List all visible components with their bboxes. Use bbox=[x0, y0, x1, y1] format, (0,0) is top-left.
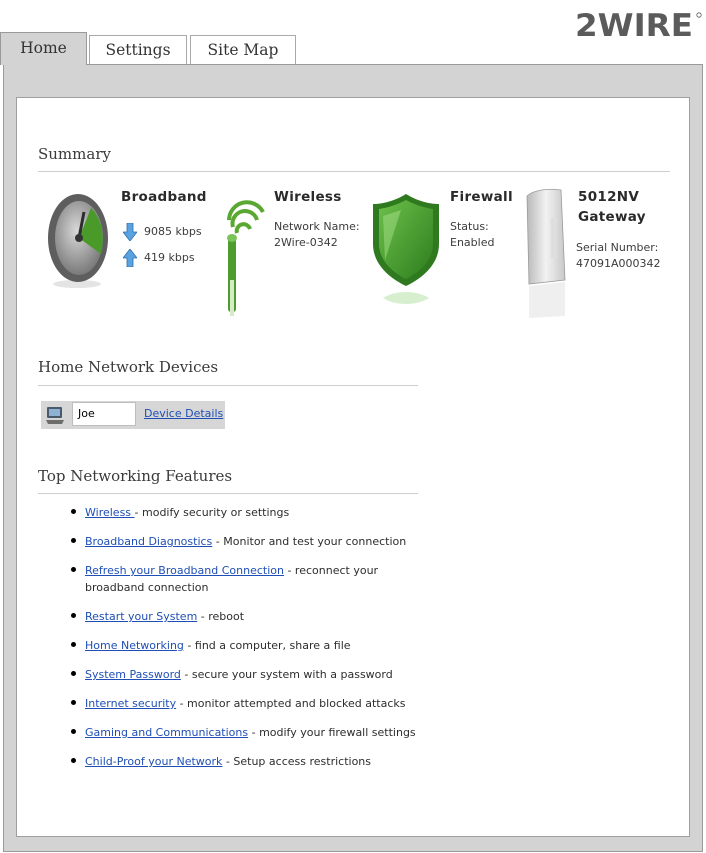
feature-description: - Monitor and test your connection bbox=[212, 535, 407, 548]
list-item: Internet security - monitor attempted an… bbox=[65, 695, 425, 712]
summary-heading: Summary bbox=[38, 145, 111, 163]
device-details-link[interactable]: Device Details bbox=[144, 407, 223, 420]
gaming-communications-link[interactable]: Gaming and Communications bbox=[85, 726, 248, 739]
list-item: Refresh your Broadband Connection - reco… bbox=[65, 562, 425, 596]
feature-description: - modify your firewall settings bbox=[248, 726, 416, 739]
list-item: System Password - secure your system wit… bbox=[65, 666, 425, 683]
device-name-field: Joe bbox=[72, 402, 136, 426]
main-panel: Summary Broadband 9085 kbps 419 kbps Wir… bbox=[16, 97, 690, 837]
system-password-link[interactable]: System Password bbox=[85, 668, 181, 681]
feature-description: - monitor attempted and blocked attacks bbox=[176, 697, 406, 710]
gateway-device-icon bbox=[526, 188, 566, 318]
download-arrow-icon bbox=[123, 223, 137, 241]
features-list: Wireless - modify security or settings B… bbox=[65, 504, 425, 770]
wireless-link[interactable]: Wireless bbox=[85, 506, 135, 519]
internet-security-link[interactable]: Internet security bbox=[85, 697, 176, 710]
tab-bar: Home Settings Site Map bbox=[0, 32, 706, 65]
upload-rate: 419 kbps bbox=[144, 251, 195, 264]
tab-site-map[interactable]: Site Map bbox=[190, 35, 296, 64]
upload-arrow-icon bbox=[123, 249, 137, 267]
tab-settings[interactable]: Settings bbox=[89, 35, 187, 64]
list-item: Child-Proof your Network - Setup access … bbox=[65, 753, 425, 770]
child-proof-network-link[interactable]: Child-Proof your Network bbox=[85, 755, 222, 768]
wireless-title: Wireless bbox=[274, 189, 342, 205]
broadband-diagnostics-link[interactable]: Broadband Diagnostics bbox=[85, 535, 212, 548]
network-name-value: 2Wire-0342 bbox=[274, 236, 338, 249]
list-item: Broadband Diagnostics - Monitor and test… bbox=[65, 533, 425, 550]
list-item: Home Networking - find a computer, share… bbox=[65, 637, 425, 654]
computer-icon bbox=[46, 407, 64, 424]
feature-description: - Setup access restrictions bbox=[222, 755, 371, 768]
serial-number-label: Serial Number: bbox=[576, 241, 659, 254]
restart-system-link[interactable]: Restart your System bbox=[85, 610, 197, 623]
firewall-status-value: Enabled bbox=[450, 236, 495, 249]
broadband-title: Broadband bbox=[121, 189, 207, 205]
home-network-heading: Home Network Devices bbox=[38, 358, 219, 376]
features-heading: Top Networking Features bbox=[38, 467, 233, 485]
feature-description: - modify security or settings bbox=[134, 506, 290, 519]
content-frame: Summary Broadband 9085 kbps 419 kbps Wir… bbox=[3, 64, 703, 852]
home-networking-link[interactable]: Home Networking bbox=[85, 639, 184, 652]
feature-description: - reboot bbox=[197, 610, 245, 623]
firewall-title: Firewall bbox=[450, 189, 513, 205]
feature-description: - secure your system with a password bbox=[180, 668, 393, 681]
serial-number-value: 47091A000342 bbox=[576, 257, 661, 270]
broadband-gauge-icon bbox=[48, 194, 108, 288]
gateway-label: Gateway bbox=[578, 209, 646, 225]
features-divider bbox=[38, 493, 418, 494]
firewall-status-label: Status: bbox=[450, 220, 489, 233]
home-network-divider bbox=[38, 385, 418, 386]
list-item: Restart your System - reboot bbox=[65, 608, 425, 625]
feature-description: - find a computer, share a file bbox=[183, 639, 351, 652]
device-row: Joe Device Details bbox=[41, 401, 225, 429]
list-item: Wireless - modify security or settings bbox=[65, 504, 425, 521]
firewall-shield-icon bbox=[373, 194, 439, 304]
refresh-connection-link[interactable]: Refresh your Broadband Connection bbox=[85, 564, 284, 577]
summary-divider bbox=[38, 171, 670, 172]
wireless-antenna-icon bbox=[227, 200, 265, 316]
download-rate: 9085 kbps bbox=[144, 225, 202, 238]
gateway-model: 5012NV bbox=[578, 189, 640, 205]
network-name-label: Network Name: bbox=[274, 220, 360, 233]
tab-home[interactable]: Home bbox=[0, 32, 87, 65]
list-item: Gaming and Communications - modify your … bbox=[65, 724, 425, 741]
